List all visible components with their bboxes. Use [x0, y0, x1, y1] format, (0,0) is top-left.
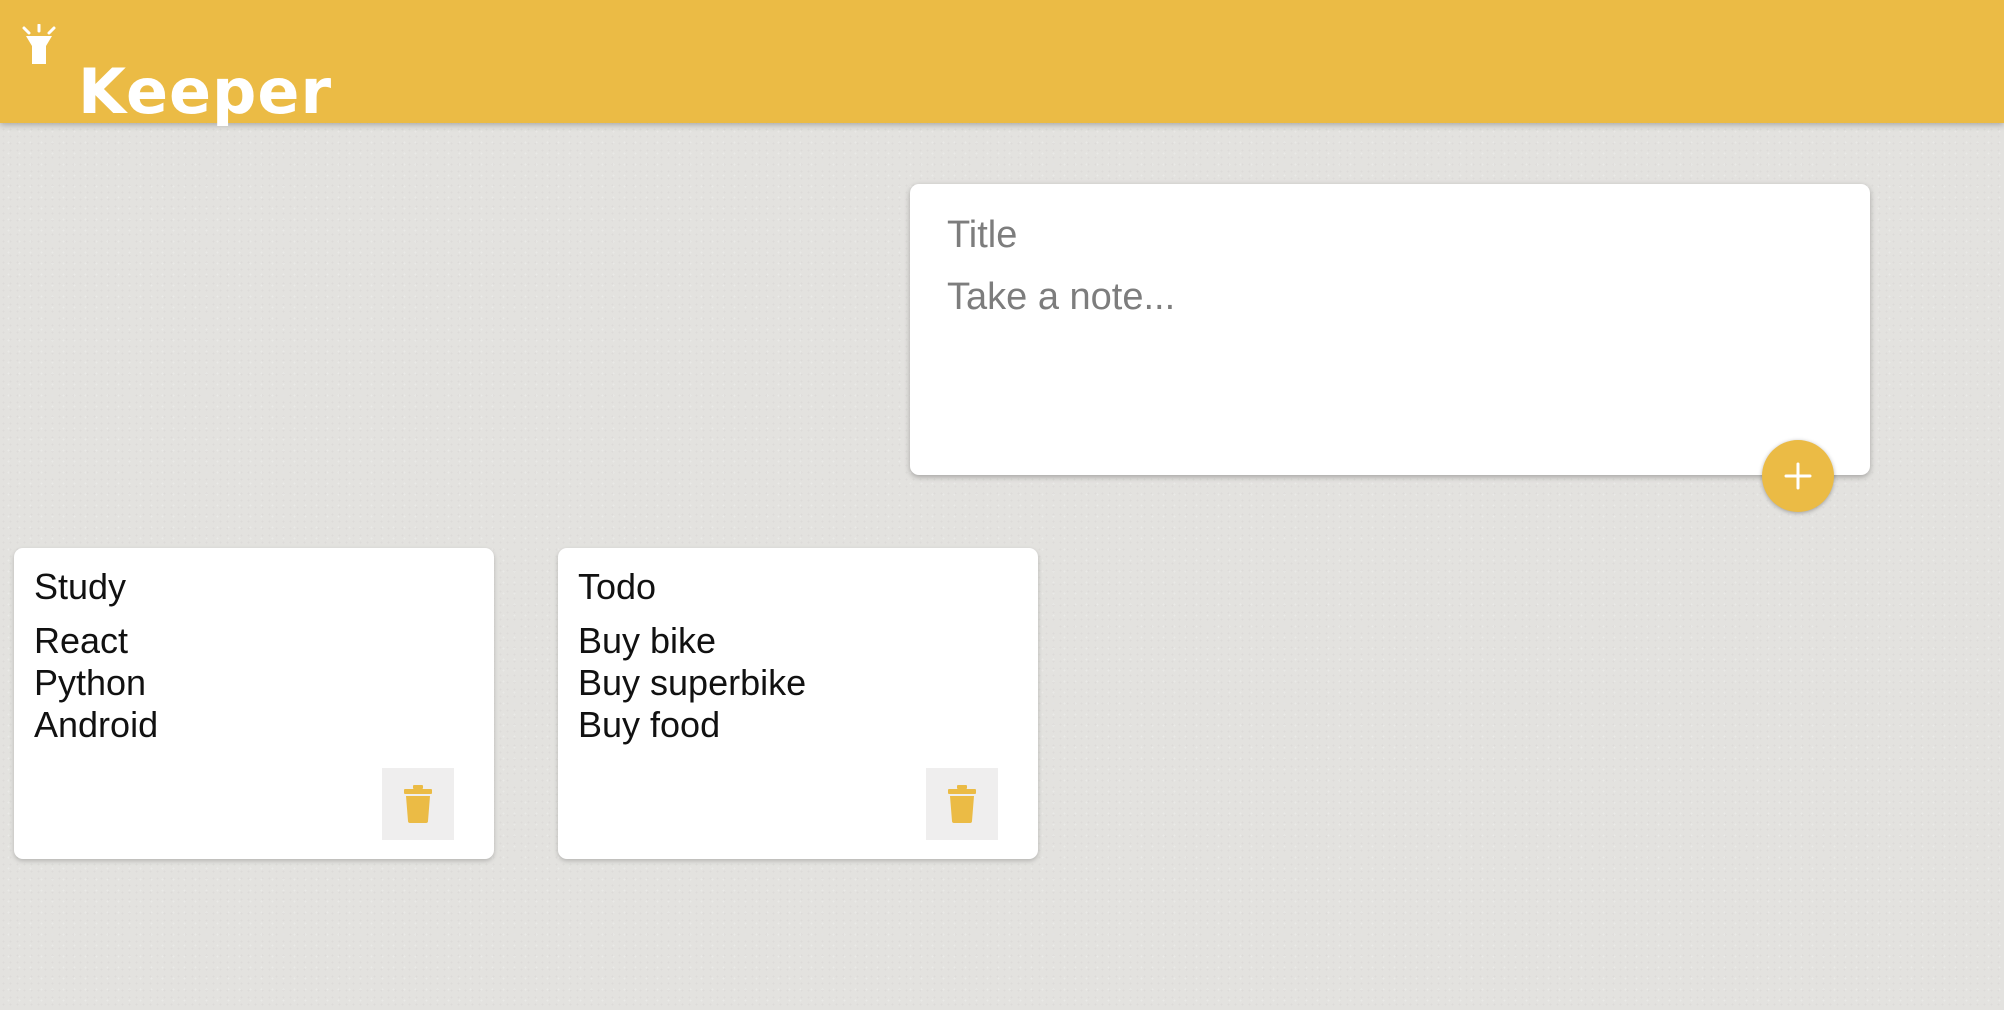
note-card-todo: Todo Buy bike Buy superbike Buy food	[558, 548, 1038, 859]
app-header: Keeper	[0, 0, 2004, 128]
create-note-form	[910, 184, 1870, 475]
add-note-button[interactable]	[1762, 440, 1834, 512]
plus-icon	[1784, 462, 1812, 490]
note-title: Study	[34, 566, 127, 607]
note-content: Buy bike Buy superbike Buy food	[578, 620, 807, 745]
note-card-study: Study React Python Android	[14, 548, 494, 859]
delete-note-button[interactable]	[382, 768, 454, 840]
app-title: Keeper	[78, 54, 333, 128]
note-title-input[interactable]	[947, 210, 1827, 260]
note-title: Todo	[578, 566, 657, 607]
trash-icon	[404, 785, 432, 823]
delete-note-button[interactable]	[926, 768, 998, 840]
note-content: React Python Android	[34, 620, 159, 745]
highlight-lamp-icon	[22, 24, 56, 64]
note-content-input[interactable]	[947, 274, 1827, 434]
trash-icon	[948, 785, 976, 823]
